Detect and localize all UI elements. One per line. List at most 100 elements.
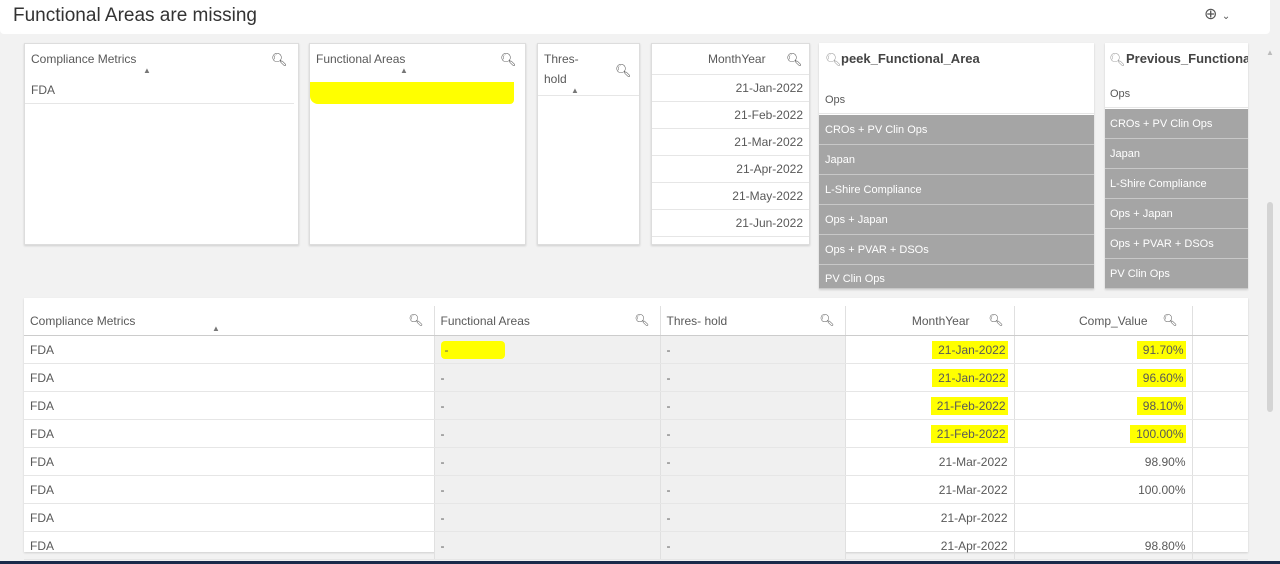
col-header-monthyear[interactable]: MonthYear 🔍︎: [845, 306, 1015, 336]
cell-comp-value: 91.70%: [1014, 335, 1193, 364]
cell-text: -: [666, 538, 671, 553]
list-item[interactable]: 21-May-2022: [652, 183, 809, 210]
search-icon[interactable]: 🔍︎: [825, 52, 842, 68]
col-header-compliance[interactable]: Compliance Metrics ▲ 🔍︎: [24, 306, 435, 336]
list-item[interactable]: Ops: [819, 86, 1094, 114]
list-item[interactable]: Japan: [819, 145, 1094, 175]
cell-text: FDA: [30, 370, 54, 385]
search-icon[interactable]: 🔍︎: [634, 313, 649, 327]
cell-text: FDA: [30, 482, 54, 497]
scrollbar-thumb[interactable]: [1267, 202, 1273, 412]
list-item[interactable]: Ops + PVAR + DSOs: [1105, 229, 1248, 259]
cell-text: 21-Feb-2022: [930, 396, 1008, 415]
list-item[interactable]: Ops: [1105, 80, 1248, 108]
list-item[interactable]: PV Clin Ops: [819, 265, 1094, 289]
list-item[interactable]: 21-Mar-2022: [652, 129, 809, 156]
cell-text: -: [440, 538, 445, 553]
scroll-up-icon[interactable]: ▲: [1266, 48, 1274, 57]
table-row[interactable]: FDA - - 21-Feb-2022 98.10%: [24, 391, 1248, 420]
cell-comp-value: [1014, 503, 1193, 532]
cell-text: FDA: [30, 342, 54, 357]
chevron-down-icon[interactable]: ⌄: [1222, 11, 1230, 22]
list-item[interactable]: CROs + PV Clin Ops: [819, 115, 1094, 145]
cell-monthyear: 21-Mar-2022: [845, 475, 1015, 504]
search-icon[interactable]: 🔍︎: [786, 52, 803, 68]
list-item[interactable]: Ops + Japan: [1105, 199, 1248, 229]
cell-text: -: [440, 426, 445, 441]
search-icon[interactable]: 🔍︎: [1162, 313, 1177, 327]
list-item[interactable]: 21-Jun-2022: [652, 210, 809, 237]
search-icon[interactable]: 🔍︎: [408, 313, 423, 327]
cell-text: 98.10%: [1136, 396, 1186, 415]
col-header-threshold[interactable]: Thres- hold 🔍︎: [660, 306, 846, 336]
cell-functional: -: [434, 475, 661, 504]
sort-icon[interactable]: ▲: [400, 66, 408, 75]
cell-compliance: FDA: [24, 503, 435, 532]
cell-comp-value: 98.80%: [1014, 531, 1193, 560]
cell-extra: [1192, 475, 1248, 504]
filter-title: Compliance Metrics: [31, 52, 137, 66]
col-header-functional[interactable]: Functional Areas 🔍︎: [434, 306, 661, 336]
search-icon[interactable]: 🔍︎: [271, 52, 288, 68]
cell-comp-value: 98.90%: [1014, 447, 1193, 476]
filter-peek-functional-area[interactable]: 🔍︎ peek_Functional_Area Ops CROs + PV Cl…: [819, 43, 1094, 289]
cell-threshold: -: [660, 531, 846, 560]
cell-text: 21-Jan-2022: [932, 340, 1008, 359]
col-header-comp-value[interactable]: Comp_Value 🔍︎: [1014, 306, 1193, 336]
table-row[interactable]: FDA - - 21-Feb-2022 100.00%: [24, 419, 1248, 448]
table-row[interactable]: FDA - - 21-Apr-2022 N/A: [24, 503, 1248, 532]
sort-icon[interactable]: ▲: [143, 66, 151, 75]
list-item[interactable]: 21-Feb-2022: [652, 102, 809, 129]
table-row[interactable]: FDA - - 21-Mar-2022 98.90%: [24, 447, 1248, 476]
cell-functional: -: [434, 531, 661, 560]
list-item[interactable]: CROs + PV Clin Ops: [1105, 109, 1248, 139]
cell-extra: N/A: [1192, 503, 1248, 532]
sort-icon[interactable]: ▲: [571, 86, 579, 95]
cell-text: 21-Apr-2022: [940, 538, 1008, 553]
list-item[interactable]: 21-Apr-2022: [652, 156, 809, 183]
list-item[interactable]: Ops + PVAR + DSOs: [819, 235, 1094, 265]
list-item[interactable]: 21-Jan-2022: [652, 75, 809, 102]
filter-title: hold: [544, 72, 567, 86]
table-row[interactable]: FDA - - 21-Apr-2022 98.80%: [24, 531, 1248, 560]
filter-compliance-metrics[interactable]: Compliance Metrics 🔍︎ ▲ FDA: [24, 43, 299, 245]
list-item[interactable]: L-Shire Compliance: [1105, 169, 1248, 199]
scrollbar[interactable]: ▲: [1264, 40, 1276, 560]
table-row[interactable]: FDA - - 21-Jan-2022 91.70%: [24, 335, 1248, 364]
table-row[interactable]: FDA - - 21-Jan-2022 96.60%: [24, 363, 1248, 392]
cell-monthyear: 21-Jan-2022: [845, 363, 1015, 392]
sort-icon[interactable]: ▲: [212, 324, 220, 333]
search-icon[interactable]: 🔍︎: [615, 63, 632, 79]
cell-text: FDA: [30, 454, 54, 469]
cell-monthyear: 21-Feb-2022: [845, 391, 1015, 420]
cell-text: 91.70%: [1136, 340, 1186, 359]
cell-monthyear: 21-Mar-2022: [845, 447, 1015, 476]
filter-title: MonthYear: [708, 52, 766, 66]
list-item[interactable]: Ops + Japan: [819, 205, 1094, 235]
filter-title: Thres-: [544, 52, 579, 66]
filter-functional-areas[interactable]: Functional Areas 🔍︎ ▲: [309, 43, 526, 245]
filter-monthyear[interactable]: MonthYear 🔍︎ 21-Jan-2022 21-Feb-2022 21-…: [651, 43, 810, 245]
search-icon[interactable]: 🔍︎: [500, 52, 517, 68]
list-item[interactable]: PV Clin Ops: [1105, 259, 1248, 289]
cell-compliance: FDA: [24, 475, 435, 504]
cell-monthyear: 21-Apr-2022: [845, 531, 1015, 560]
table-row[interactable]: FDA - - 21-Mar-2022 100.00%: [24, 475, 1248, 504]
list-item[interactable]: Japan: [1105, 139, 1248, 169]
table-header-row: Compliance Metrics ▲ 🔍︎ Functional Areas 🔍︎…: [24, 306, 1248, 336]
cell-compliance: FDA: [24, 419, 435, 448]
list-item[interactable]: L-Shire Compliance: [819, 175, 1094, 205]
zoom-in-icon[interactable]: ⊕ ⌄: [1204, 4, 1230, 24]
cell-text: -: [440, 454, 445, 469]
title-bar: Functional Areas are missing ⊕ ⌄: [0, 0, 1270, 34]
search-icon[interactable]: 🔍︎: [819, 313, 834, 327]
filter-title: peek_Functional_Area: [841, 51, 980, 66]
filter-previous-functional[interactable]: 🔍︎ Previous_Functional Ops CROs + PV Cli…: [1105, 43, 1248, 289]
search-icon[interactable]: 🔍︎: [988, 313, 1003, 327]
cell-functional: -: [434, 335, 661, 364]
filter-threshold[interactable]: Thres- hold 🔍︎ ▲: [537, 43, 640, 245]
cell-text: -: [666, 370, 671, 385]
cell-text: -: [440, 370, 445, 385]
search-icon[interactable]: 🔍︎: [1109, 52, 1126, 68]
list-item[interactable]: FDA: [25, 77, 294, 104]
